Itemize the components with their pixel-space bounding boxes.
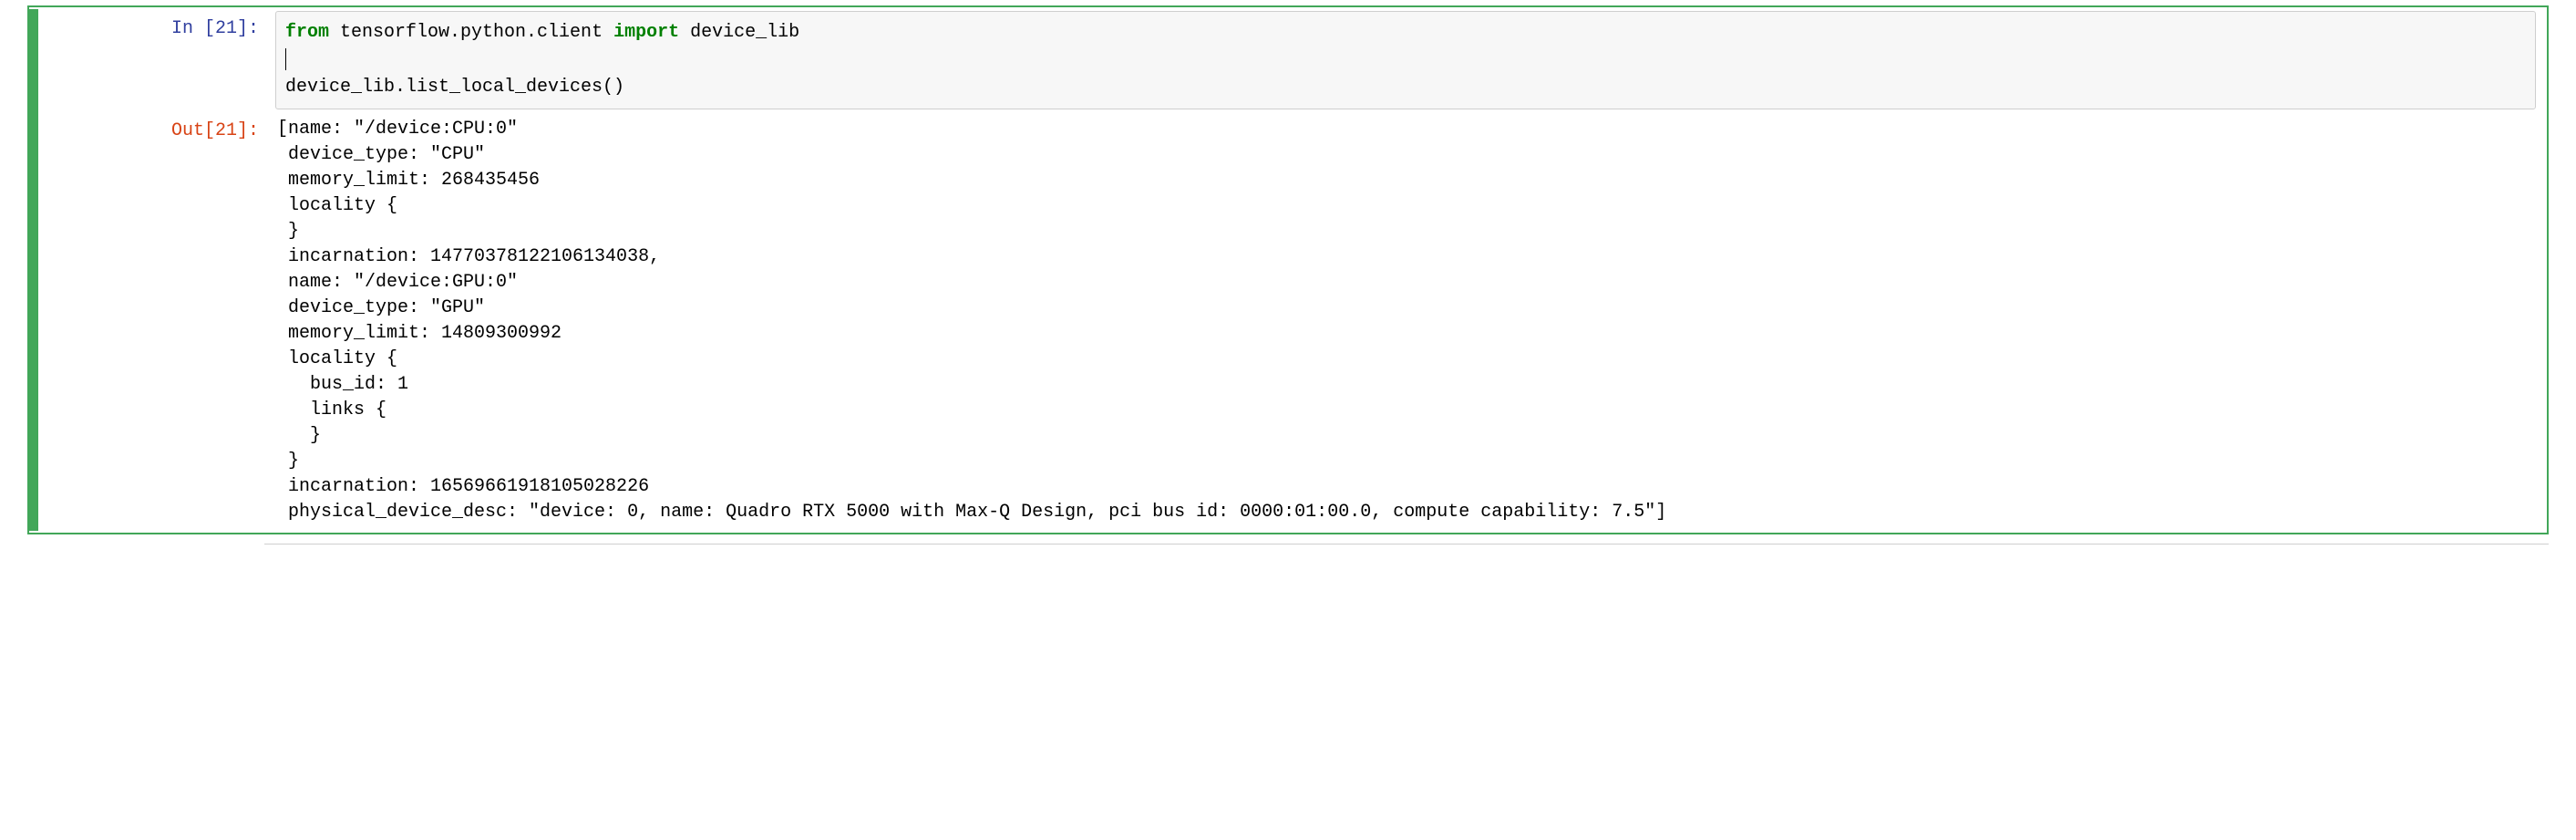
- code-line3: device_lib.list_local_devices(): [285, 77, 624, 98]
- code-imported: device_lib: [679, 22, 799, 43]
- keyword-from: from: [285, 22, 329, 43]
- cell-content: In [21]: from tensorflow.python.client i…: [38, 9, 2547, 531]
- input-prompt: In [21]:: [38, 11, 275, 109]
- output-line: }: [277, 451, 299, 472]
- input-content: from tensorflow.python.client import dev…: [275, 11, 2547, 109]
- output-row: Out[21]: [name: "/device:CPU:0" device_t…: [38, 111, 2547, 531]
- code-module: tensorflow.python.client: [329, 22, 613, 43]
- keyword-import: import: [613, 22, 679, 43]
- output-line: physical_device_desc: "device: 0, name: …: [277, 502, 1666, 523]
- output-line: device_type: "GPU": [277, 297, 485, 318]
- output-line: name: "/device:GPU:0": [277, 272, 518, 293]
- output-prompt: Out[21]:: [38, 113, 275, 529]
- output-content: [name: "/device:CPU:0" device_type: "CPU…: [275, 113, 2547, 529]
- output-line: bus_id: 1: [277, 374, 408, 395]
- input-row: In [21]: from tensorflow.python.client i…: [38, 9, 2547, 111]
- text-cursor: [285, 48, 286, 70]
- output-line: memory_limit: 14809300992: [277, 323, 562, 344]
- output-line: device_type: "CPU": [277, 144, 485, 165]
- output-prompt-number: 21: [215, 120, 237, 141]
- input-prompt-suffix: ]:: [237, 18, 259, 39]
- input-prompt-number: 21: [215, 18, 237, 39]
- output-line: [name: "/device:CPU:0": [277, 119, 518, 140]
- cell-selection-marker: [29, 9, 38, 531]
- output-line: links {: [277, 399, 386, 420]
- notebook-cell: In [21]: from tensorflow.python.client i…: [27, 5, 2549, 534]
- output-line: }: [277, 221, 299, 242]
- output-line: incarnation: 14770378122106134038,: [277, 246, 660, 267]
- output-prompt-prefix: Out[: [171, 120, 215, 141]
- output-line: locality {: [277, 348, 397, 369]
- input-prompt-prefix: In [: [171, 18, 215, 39]
- output-text: [name: "/device:CPU:0" device_type: "CPU…: [275, 113, 2536, 529]
- code-editor[interactable]: from tensorflow.python.client import dev…: [275, 11, 2536, 109]
- output-line: memory_limit: 268435456: [277, 170, 540, 191]
- output-prompt-suffix: ]:: [237, 120, 259, 141]
- output-line: locality {: [277, 195, 397, 216]
- output-line: incarnation: 16569661918105028226: [277, 476, 649, 497]
- output-line: }: [277, 425, 321, 446]
